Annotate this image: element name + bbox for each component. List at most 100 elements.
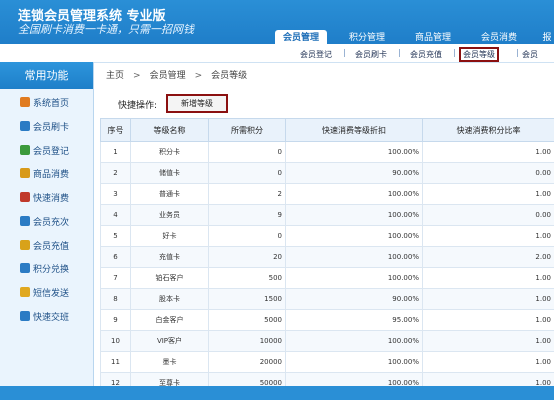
home-icon [20,97,30,107]
grid-icon [20,263,30,273]
cell-required-points: 1500 [208,288,286,310]
cell-discount: 100.00% [285,183,423,205]
cell-required-points: 20 [208,246,286,268]
cell-index: 8 [100,288,131,310]
cell-discount: 100.00% [285,204,423,226]
handover-icon [20,311,30,321]
cell-index: 7 [100,267,131,289]
cell-points-ratio: 1.00 [422,267,554,289]
table-row[interactable]: 1 积分卡 0 100.00% 1.00 [100,141,554,163]
table-row[interactable]: 11 墨卡 20000 100.00% 1.00 [100,351,554,373]
sidebar-item-home[interactable]: 系统首页 [20,96,69,109]
subtab-member-recharge[interactable]: 会员充值 [410,49,442,60]
cell-level-name: 墨卡 [130,351,209,373]
wallet-icon [20,240,30,250]
cell-points-ratio: 1.00 [422,309,554,331]
breadcrumb-member-management[interactable]: 会员管理 [150,71,186,81]
register-icon [20,145,30,155]
cell-level-name: 好卡 [130,225,209,247]
sidebar-item-member-register[interactable]: 会员登记 [20,144,69,157]
header-points-ratio: 快速消费积分比率 [422,118,554,142]
breadcrumb: 主页 > 会员管理 > 会员等级 [106,68,247,81]
cart-icon [20,168,30,178]
cell-points-ratio: 2.00 [422,246,554,268]
quick-actions-label: 快捷操作: [118,101,158,111]
cell-required-points: 10000 [208,330,286,352]
table-row[interactable]: 4 业务员 9 100.00% 0.00 [100,204,554,226]
table-header-row: 序号 等级名称 所需积分 快速消费等级折扣 快速消费积分比率 [100,118,554,142]
sidebar-item-label: 快速消费 [33,194,70,204]
table-row[interactable]: 9 白金客户 5000 95.00% 1.00 [100,309,554,331]
cell-level-name: 股本卡 [130,288,209,310]
cell-level-name: 积分卡 [130,141,209,163]
app-header: 连锁会员管理系统 专业版 全国刷卡消费一卡通，只需一招网钱 会员管理 积分管理 … [0,0,554,46]
sidebar-item-product-consume[interactable]: 商品消费 [20,167,69,180]
cell-points-ratio: 1.00 [422,351,554,373]
header-level-name: 等级名称 [130,118,209,142]
subtab-separator: | [398,48,401,57]
subtab-separator: | [516,48,519,57]
subtab-member-level[interactable]: 会员等级 [459,47,499,62]
cell-required-points: 2 [208,183,286,205]
cell-discount: 100.00% [285,351,423,373]
cell-required-points: 0 [208,162,286,184]
cell-discount: 100.00% [285,330,423,352]
breadcrumb-separator: > [133,71,141,81]
subtab-member-register[interactable]: 会员登记 [300,49,332,60]
cell-level-name: 充值卡 [130,246,209,268]
member-level-table: 序号 等级名称 所需积分 快速消费等级折扣 快速消费积分比率 1 积分卡 0 100.… [100,118,554,400]
table-row[interactable]: 10 VIP客户 10000 100.00% 1.00 [100,330,554,352]
table-row[interactable]: 8 股本卡 1500 90.00% 1.00 [100,288,554,310]
cell-points-ratio: 1.00 [422,288,554,310]
sidebar-item-sms[interactable]: 短信发送 [20,286,69,299]
subtab-member-swipe[interactable]: 会员刷卡 [355,49,387,60]
cell-points-ratio: 1.00 [422,141,554,163]
cell-index: 9 [100,309,131,331]
table-row[interactable]: 5 好卡 0 100.00% 1.00 [100,225,554,247]
cell-index: 11 [100,351,131,373]
cell-discount: 100.00% [285,141,423,163]
cell-required-points: 9 [208,204,286,226]
table-row[interactable]: 6 充值卡 20 100.00% 2.00 [100,246,554,268]
cell-discount: 90.00% [285,288,423,310]
cell-discount: 100.00% [285,267,423,289]
subtab-separator: | [343,48,346,57]
breadcrumb-home[interactable]: 主页 [106,71,124,81]
sidebar-item-member-swipe[interactable]: 会员刷卡 [20,120,69,133]
cell-index: 5 [100,225,131,247]
subtab-member-more[interactable]: 会员 [522,49,538,60]
table-row[interactable]: 3 普通卡 2 100.00% 1.00 [100,183,554,205]
sidebar-item-label: 系统首页 [33,99,70,109]
sidebar-item-label: 快速交班 [33,313,70,323]
table-row[interactable]: 7 铂石客户 500 100.00% 1.00 [100,267,554,289]
sidebar-item-member-recharge-value[interactable]: 会员充值 [20,239,69,252]
header-required-points: 所需积分 [208,118,286,142]
app-slogan: 全国刷卡消费一卡通，只需一招网钱 [18,23,194,36]
cell-level-name: 白金客户 [130,309,209,331]
cell-required-points: 20000 [208,351,286,373]
cell-required-points: 5000 [208,309,286,331]
sub-navigation: 会员登记 | 会员刷卡 | 会员充值 | 会员等级 | 会员 [0,44,554,63]
sidebar-item-label: 会员充次 [33,218,70,228]
cell-points-ratio: 1.00 [422,330,554,352]
cell-discount: 95.00% [285,309,423,331]
mail-icon [20,287,30,297]
breadcrumb-current: 会员等级 [211,71,248,81]
add-level-button[interactable]: 新增等级 [166,94,228,113]
table-row[interactable]: 2 储值卡 0 90.00% 0.00 [100,162,554,184]
cell-points-ratio: 0.00 [422,162,554,184]
sidebar-item-label: 积分兑换 [33,265,70,275]
sidebar-item-fast-consume[interactable]: 快速消费 [20,191,69,204]
cell-index: 2 [100,162,131,184]
sidebar-item-points-exchange[interactable]: 积分兑换 [20,262,69,275]
bottom-bar [0,386,554,400]
user-icon [20,121,30,131]
cell-points-ratio: 1.00 [422,183,554,205]
sidebar-item-member-recharge-times[interactable]: 会员充次 [20,215,69,228]
cell-index: 1 [100,141,131,163]
cell-level-name: 铂石客户 [130,267,209,289]
cell-index: 3 [100,183,131,205]
sidebar-item-label: 短信发送 [33,289,70,299]
cell-discount: 100.00% [285,225,423,247]
sidebar-item-shift-handover[interactable]: 快速交班 [20,310,69,323]
